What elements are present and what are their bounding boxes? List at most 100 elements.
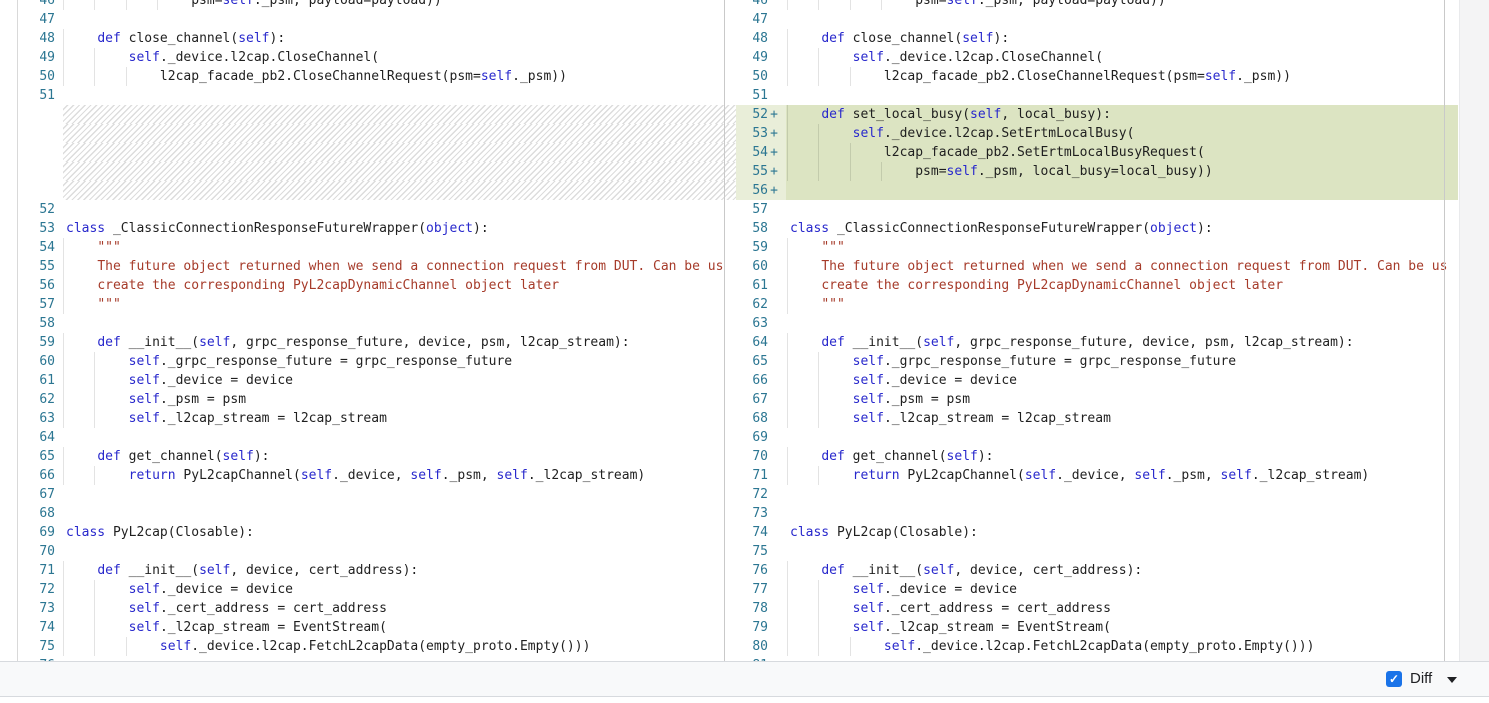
line-number[interactable] [17, 143, 55, 162]
line-number[interactable]: 47 [17, 10, 55, 29]
code-line-row[interactable]: 68 self._l2cap_stream = l2cap_stream [736, 409, 1458, 428]
line-number[interactable]: 66 [17, 466, 55, 485]
line-number[interactable]: 60 [736, 257, 768, 276]
line-number[interactable]: 73 [736, 504, 768, 523]
code-line-row[interactable]: 56 create the corresponding PyL2capDynam… [0, 276, 736, 295]
code-line-row[interactable]: 56+ [736, 181, 1458, 200]
code-line-row[interactable]: 50 l2cap_facade_pb2.CloseChannelRequest(… [0, 67, 736, 86]
line-number[interactable]: 55 [736, 162, 768, 181]
line-number[interactable] [17, 124, 55, 143]
code-line-row[interactable]: 51 [736, 86, 1458, 105]
code-line-row[interactable]: 69class PyL2cap(Closable): [0, 523, 736, 542]
line-number[interactable] [17, 162, 55, 181]
line-number[interactable]: 79 [736, 618, 768, 637]
code-line-row[interactable]: 57 [736, 200, 1458, 219]
code-line-row[interactable]: 66 return PyL2capChannel(self._device, s… [0, 466, 736, 485]
code-line-row[interactable]: 67 [0, 485, 736, 504]
line-number[interactable]: 70 [736, 447, 768, 466]
line-number[interactable]: 56 [17, 276, 55, 295]
code-line-row[interactable]: 68 [0, 504, 736, 523]
line-number[interactable]: 69 [17, 523, 55, 542]
code-line-row[interactable]: 47 [0, 10, 736, 29]
code-line-row[interactable]: 63 self._l2cap_stream = l2cap_stream [0, 409, 736, 428]
line-number[interactable]: 61 [17, 371, 55, 390]
code-line-row[interactable]: 48 def close_channel(self): [736, 29, 1458, 48]
code-line-row[interactable]: 60 self._grpc_response_future = grpc_res… [0, 352, 736, 371]
code-line-row[interactable]: 69 [736, 428, 1458, 447]
line-number[interactable]: 63 [736, 314, 768, 333]
line-number[interactable]: 54 [736, 143, 768, 162]
code-line-row[interactable]: 75 [736, 542, 1458, 561]
line-number[interactable]: 80 [736, 637, 768, 656]
line-number[interactable]: 60 [17, 352, 55, 371]
line-number[interactable]: 64 [17, 428, 55, 447]
line-number[interactable]: 50 [17, 67, 55, 86]
code-line-row[interactable]: 58class _ClassicConnectionResponseFuture… [736, 219, 1458, 238]
line-number[interactable]: 72 [736, 485, 768, 504]
code-line-row[interactable]: 46 psm=self._psm, payload=payload)) [0, 0, 736, 10]
line-number[interactable]: 75 [736, 542, 768, 561]
line-number[interactable]: 57 [17, 295, 55, 314]
line-number[interactable]: 71 [17, 561, 55, 580]
line-number[interactable]: 59 [736, 238, 768, 257]
code-line-row[interactable]: 55 The future object returned when we se… [0, 257, 736, 276]
code-line-row[interactable]: 80 self._device.l2cap.FetchL2capData(emp… [736, 637, 1458, 656]
line-number[interactable]: 74 [736, 523, 768, 542]
line-number[interactable]: 59 [17, 333, 55, 352]
code-line-row[interactable]: 73 [736, 504, 1458, 523]
line-number[interactable]: 46 [736, 0, 768, 10]
line-number[interactable]: 50 [736, 67, 768, 86]
code-line-row[interactable]: 65 def get_channel(self): [0, 447, 736, 466]
line-number[interactable]: 67 [17, 485, 55, 504]
line-number[interactable] [17, 181, 55, 200]
code-line-row[interactable]: 54+ l2cap_facade_pb2.SetErtmLocalBusyReq… [736, 143, 1458, 162]
line-number[interactable]: 70 [17, 542, 55, 561]
code-line-row[interactable]: 65 self._grpc_response_future = grpc_res… [736, 352, 1458, 371]
code-line-row[interactable]: 73 self._cert_address = cert_address [0, 599, 736, 618]
chevron-down-icon[interactable] [1447, 677, 1457, 683]
code-line-row[interactable]: 71 return PyL2capChannel(self._device, s… [736, 466, 1458, 485]
code-line-row[interactable]: 78 self._cert_address = cert_address [736, 599, 1458, 618]
code-line-row[interactable]: 72 self._device = device [0, 580, 736, 599]
line-number[interactable]: 73 [17, 599, 55, 618]
line-number[interactable]: 55 [17, 257, 55, 276]
code-line-row[interactable]: 61 self._device = device [0, 371, 736, 390]
code-line-row[interactable]: 64 [0, 428, 736, 447]
line-number[interactable]: 53 [736, 124, 768, 143]
line-number[interactable]: 63 [17, 409, 55, 428]
line-number[interactable]: 48 [736, 29, 768, 48]
code-line-row[interactable]: 55+ psm=self._psm, local_busy=local_busy… [736, 162, 1458, 181]
code-line-row[interactable]: 52+ def set_local_busy(self, local_busy)… [736, 105, 1458, 124]
line-number[interactable]: 74 [17, 618, 55, 637]
code-line-row[interactable]: 52 [0, 200, 736, 219]
line-number[interactable]: 78 [736, 599, 768, 618]
line-number[interactable]: 52 [736, 105, 768, 124]
code-line-row[interactable]: 74class PyL2cap(Closable): [736, 523, 1458, 542]
code-line-row[interactable]: 51 [0, 86, 736, 105]
code-line-row[interactable]: 59 def __init__(self, grpc_response_futu… [0, 333, 736, 352]
code-line-row[interactable]: 54 """ [0, 238, 736, 257]
code-line-row[interactable]: 57 """ [0, 295, 736, 314]
code-line-row[interactable]: 70 def get_channel(self): [736, 447, 1458, 466]
code-line-row[interactable]: 50 l2cap_facade_pb2.CloseChannelRequest(… [736, 67, 1458, 86]
code-line-row[interactable]: 79 self._l2cap_stream = EventStream( [736, 618, 1458, 637]
line-number[interactable]: 62 [17, 390, 55, 409]
code-line-row[interactable]: 59 """ [736, 238, 1458, 257]
line-number[interactable]: 48 [17, 29, 55, 48]
code-line-row[interactable]: 72 [736, 485, 1458, 504]
code-line-row[interactable]: 48 def close_channel(self): [0, 29, 736, 48]
scrollbar-track[interactable] [1459, 0, 1489, 661]
code-line-row[interactable]: 61 create the corresponding PyL2capDynam… [736, 276, 1458, 295]
code-line-row[interactable]: 60 The future object returned when we se… [736, 257, 1458, 276]
code-line-row[interactable]: 53+ self._device.l2cap.SetErtmLocalBusy( [736, 124, 1458, 143]
code-line-row[interactable]: 71 def __init__(self, device, cert_addre… [0, 561, 736, 580]
line-number[interactable]: 66 [736, 371, 768, 390]
code-line-row[interactable]: 77 self._device = device [736, 580, 1458, 599]
line-number[interactable]: 69 [736, 428, 768, 447]
code-line-row[interactable]: 62 self._psm = psm [0, 390, 736, 409]
code-line-row[interactable]: 53class _ClassicConnectionResponseFuture… [0, 219, 736, 238]
line-number[interactable]: 51 [736, 86, 768, 105]
line-number[interactable]: 75 [17, 637, 55, 656]
line-number[interactable]: 65 [17, 447, 55, 466]
code-line-row[interactable]: 74 self._l2cap_stream = EventStream( [0, 618, 736, 637]
